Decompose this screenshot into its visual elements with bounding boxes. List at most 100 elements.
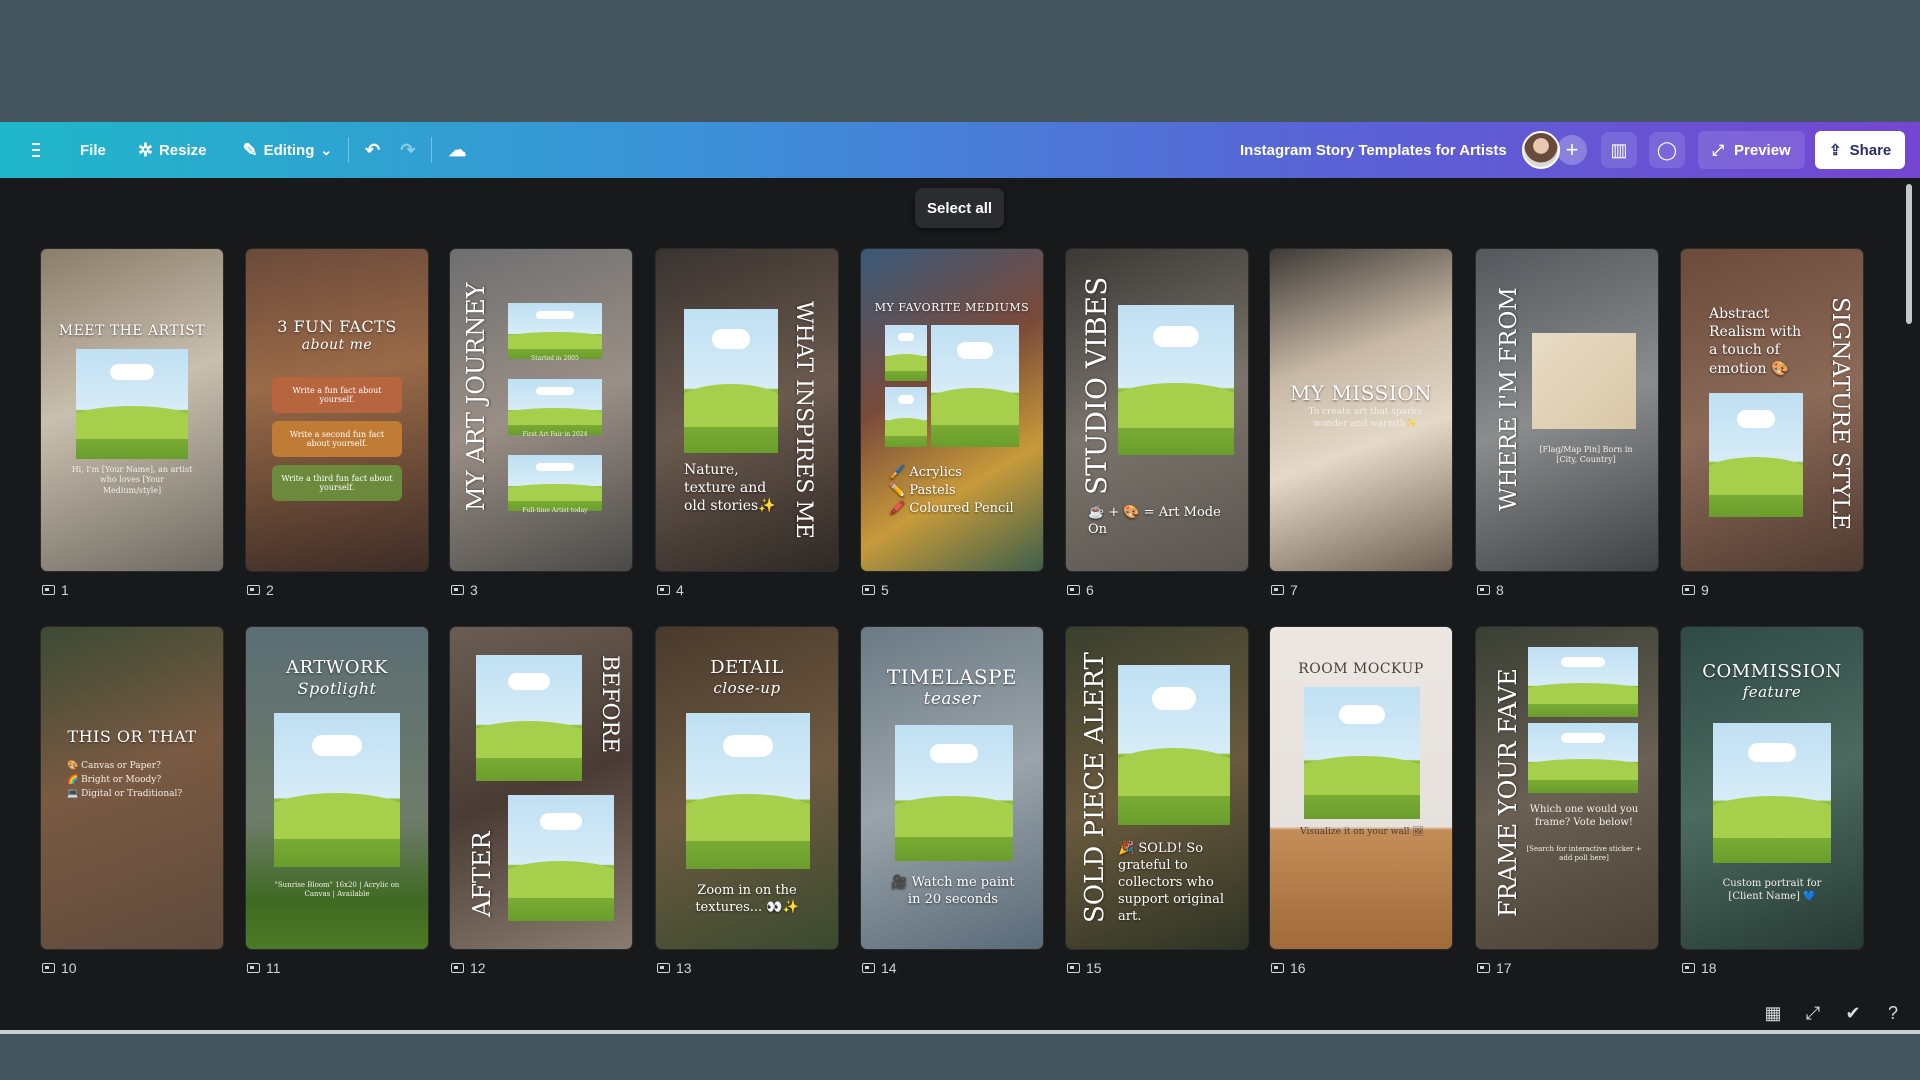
page-title: DETAIL — [710, 657, 784, 678]
view-controls: ▦ ⤢ ✔ ? — [1760, 1000, 1906, 1026]
medium-item: ✏️ Pastels — [889, 483, 956, 498]
page-icon — [1682, 963, 1695, 973]
bar-chart-icon: ▥ — [1610, 139, 1628, 160]
page-thumbnail-12[interactable]: BEFORE AFTER — [450, 627, 632, 949]
page-thumbnail-18[interactable]: COMMISSION feature Custom portrait for [… — [1681, 627, 1863, 949]
page-icon — [1067, 585, 1080, 595]
editing-mode-dropdown[interactable]: ✎ Editing ⌄ — [232, 130, 342, 170]
page-thumbnail-7[interactable]: MY MISSION To create art that sparks won… — [1270, 249, 1452, 571]
page-number-label: 16 — [1271, 960, 1306, 976]
page-icon — [657, 963, 670, 973]
page-number-label: 4 — [657, 582, 684, 598]
image-placeholder — [76, 349, 188, 459]
page-number-label: 7 — [1271, 582, 1298, 598]
hamburger-icon — [32, 143, 40, 157]
page-thumbnail-11[interactable]: ARTWORK Spotlight "Sunrise Bloom" 16x20 … — [246, 627, 428, 949]
map-image — [1532, 333, 1636, 429]
page-thumbnail-6[interactable]: STUDIO VIBES ☕ + 🎨 = Art Mode On — [1066, 249, 1248, 571]
main-menu-button[interactable] — [22, 130, 50, 170]
fun-fact-2: Write a second fun fact about yourself. — [272, 421, 402, 457]
undo-button[interactable]: ↶ — [355, 130, 390, 170]
vertical-scrollbar[interactable] — [1906, 184, 1912, 324]
select-all-button[interactable]: Select all — [915, 188, 1005, 228]
document-title[interactable]: Instagram Story Templates for Artists — [1240, 142, 1507, 159]
page-icon — [1682, 585, 1695, 595]
page-icon — [1477, 585, 1490, 595]
journey-caption: Full-time Artist today — [522, 507, 588, 514]
image-placeholder — [508, 303, 602, 359]
this-or-that-item: 🌈 Bright or Moody? — [67, 775, 162, 785]
page-thumbnail-8[interactable]: WHERE I'M FROM [Flag/Map Pin] Born in [C… — [1476, 249, 1658, 571]
grid-icon: ▦ — [1764, 1002, 1782, 1023]
this-or-that-item: 🎨 Canvas or Paper? — [67, 761, 161, 771]
page-icon — [247, 585, 260, 595]
page-subtitle: close-up — [713, 679, 781, 697]
toolbar-divider — [431, 137, 433, 163]
avatar[interactable] — [1522, 131, 1560, 169]
page-body: To create art that sparks wonder and war… — [1308, 407, 1422, 429]
plus-icon: + — [1565, 137, 1579, 162]
page-number-label: 2 — [247, 582, 274, 598]
check-button[interactable]: ✔ — [1840, 1000, 1866, 1026]
page-title: MY MISSION — [1289, 381, 1433, 405]
page-subtitle: teaser — [923, 689, 981, 709]
page-thumbnail-1[interactable]: MEET THE ARTIST Hi, I'm [Your Name], an … — [41, 249, 223, 571]
help-button[interactable]: ? — [1880, 1000, 1906, 1026]
page-body: Zoom in on the textures... 👀✨ — [695, 883, 799, 915]
page-thumbnail-16[interactable]: ROOM MOCKUP Visualize it on your wall 🖼 — [1270, 627, 1452, 949]
page-thumbnail-14[interactable]: TIMELASPE teaser 🎥 Watch me paint in 20 … — [861, 627, 1043, 949]
after-label: AFTER — [468, 831, 496, 917]
file-menu-button[interactable]: File — [70, 130, 116, 170]
page-title: THIS OR THAT — [67, 727, 197, 746]
page-body: 🎉 SOLD! So grateful to collectors who su… — [1118, 841, 1225, 924]
insights-button[interactable]: ▥ — [1601, 132, 1637, 168]
resize-button[interactable]: ✲ Resize — [128, 130, 217, 170]
page-title-vertical: WHERE I'M FROM — [1496, 287, 1522, 511]
page-number-label: 10 — [42, 960, 77, 976]
page-thumbnail-17[interactable]: FRAME YOUR FAVE Which one would you fram… — [1476, 627, 1658, 949]
page-thumbnail-5[interactable]: MY FAVORITE MEDIUMS 🖌️ Acrylics ✏️ Paste… — [861, 249, 1043, 571]
page-icon — [1271, 585, 1284, 595]
page-thumbnail-4[interactable]: WHAT INSPIRES ME Nature, texture and old… — [656, 249, 838, 571]
share-label: Share — [1849, 141, 1892, 159]
page-body: [Flag/Map Pin] Born in [City, Country] — [1539, 445, 1633, 465]
journey-caption: Started in 2005 — [531, 355, 579, 362]
page-number-label: 11 — [247, 960, 281, 976]
page-thumbnail-3[interactable]: MY ART JOURNEY Started in 2005 First Art… — [450, 249, 632, 571]
editing-label: Editing — [263, 141, 315, 159]
invite-plus-button[interactable]: + — [1557, 135, 1587, 165]
comment-icon: ◯ — [1656, 139, 1678, 160]
comments-button[interactable]: ◯ — [1649, 132, 1685, 168]
help-icon: ? — [1887, 1002, 1898, 1023]
expand-icon: ⤢ — [1712, 141, 1725, 159]
page-body: Abstract Realism with a touch of emotion… — [1709, 306, 1802, 377]
page-number-label: 15 — [1067, 960, 1102, 976]
page-thumbnail-15[interactable]: SOLD PIECE ALERT 🎉 SOLD! So grateful to … — [1066, 627, 1248, 949]
before-label: BEFORE — [597, 655, 622, 754]
page-number-label: 8 — [1477, 582, 1504, 598]
image-placeholder — [895, 725, 1013, 861]
page-subtitle: feature — [1742, 683, 1802, 701]
page-number-label: 14 — [862, 960, 897, 976]
page-title: ROOM MOCKUP — [1298, 661, 1424, 677]
image-placeholder — [1528, 723, 1638, 793]
grid-view-button[interactable]: ▦ — [1760, 1000, 1786, 1026]
fullscreen-button[interactable]: ⤢ — [1800, 1000, 1826, 1026]
page-icon — [247, 963, 260, 973]
page-icon — [1477, 963, 1490, 973]
chevron-down-icon: ⌄ — [320, 142, 333, 158]
page-icon — [862, 963, 875, 973]
sparkle-icon: ✲ — [137, 140, 153, 160]
page-thumbnail-2[interactable]: 3 FUN FACTS about me Write a fun fact ab… — [246, 249, 428, 571]
page-thumbnail-10[interactable]: THIS OR THAT 🎨 Canvas or Paper? 🌈 Bright… — [41, 627, 223, 949]
redo-button[interactable]: ↷ — [390, 130, 425, 170]
save-status-button[interactable]: ☁ — [438, 130, 476, 170]
page-icon — [42, 585, 55, 595]
preview-button[interactable]: ⤢ Preview — [1698, 131, 1805, 169]
share-button[interactable]: ⇪ Share — [1815, 131, 1906, 169]
pencil-icon: ✎ — [242, 140, 258, 160]
page-icon — [42, 963, 55, 973]
page-number-label: 12 — [451, 960, 486, 976]
page-thumbnail-13[interactable]: DETAIL close-up Zoom in on the textures.… — [656, 627, 838, 949]
page-thumbnail-9[interactable]: Abstract Realism with a touch of emotion… — [1681, 249, 1863, 571]
